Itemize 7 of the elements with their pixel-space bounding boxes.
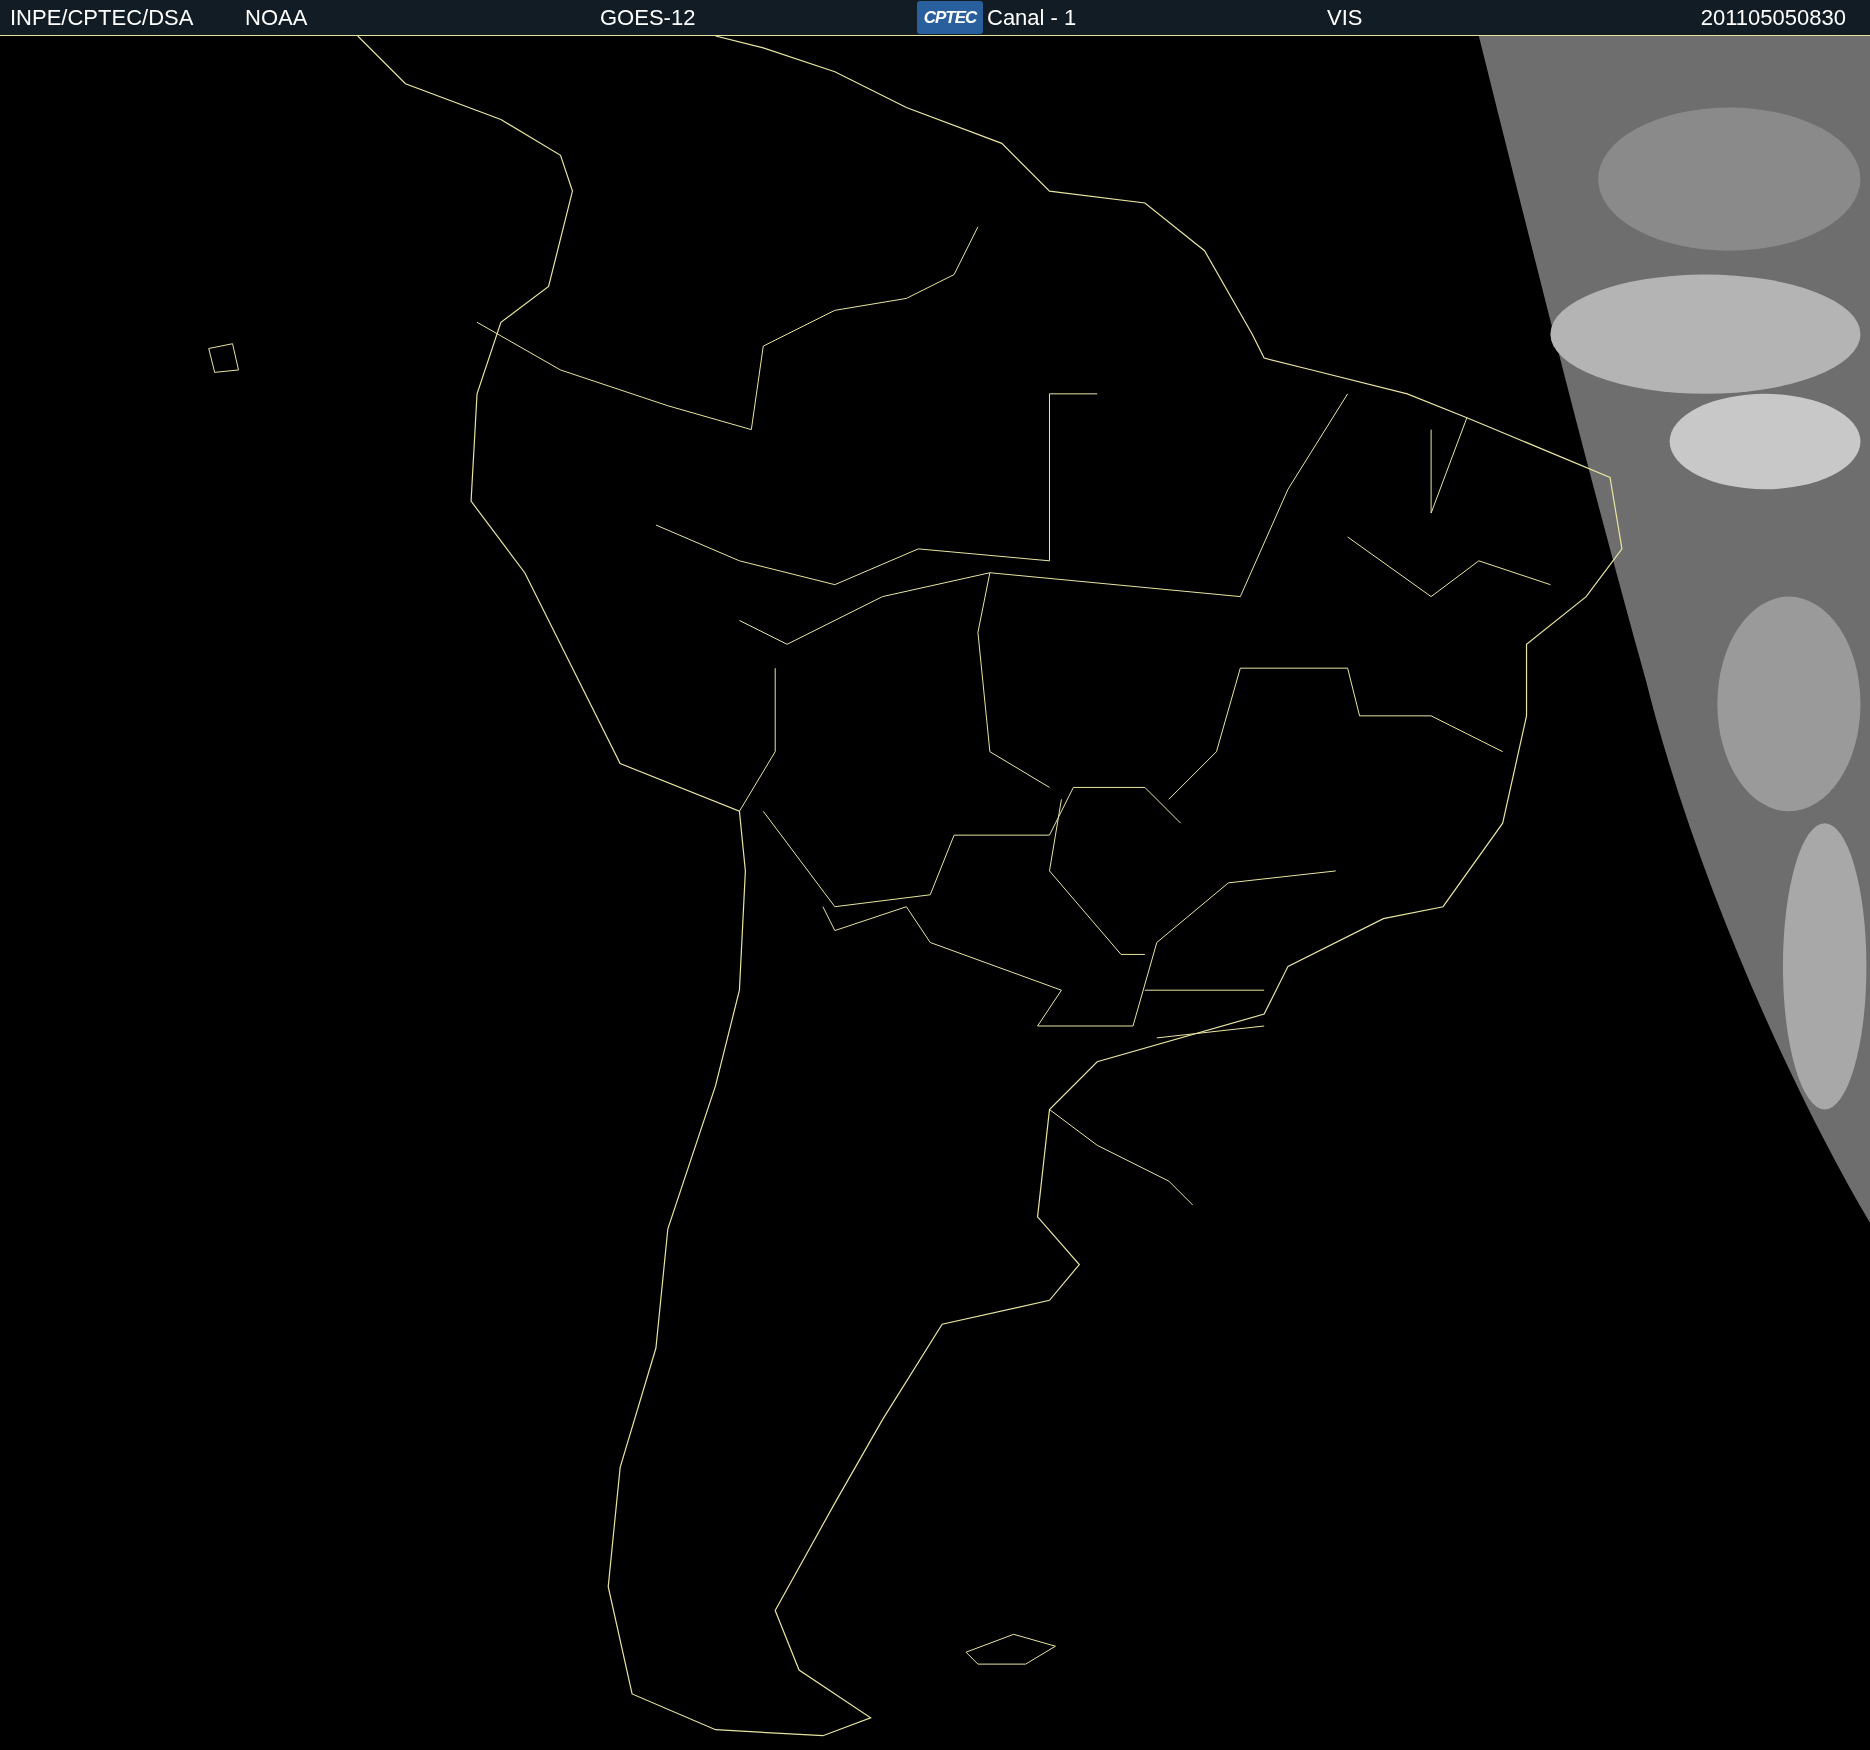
header-label: INPE/CPTEC/DSA — [9, 4, 195, 31]
logo: CPTEC — [917, 1, 983, 34]
header-label: NOAA — [245, 4, 309, 31]
header-label: GOES-12 — [600, 4, 697, 31]
header-label: Canal - 1 — [987, 4, 1078, 31]
header-label: 201105050830 — [1700, 4, 1847, 31]
header-label: VIS — [1327, 4, 1364, 31]
